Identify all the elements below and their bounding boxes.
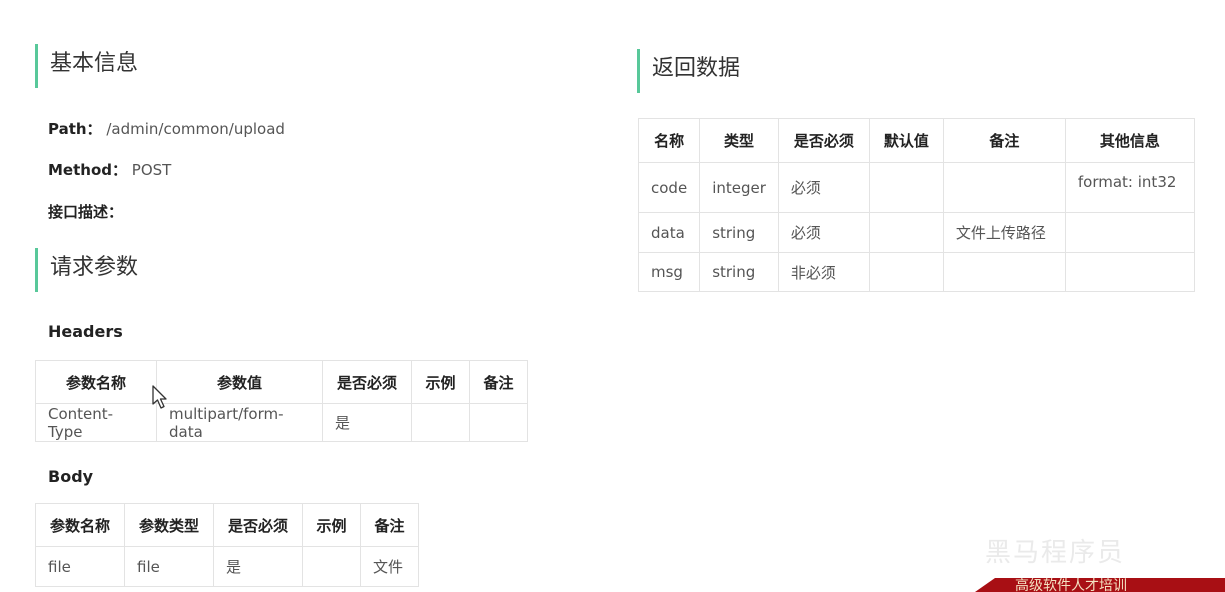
table-header-cell: 备注: [469, 360, 528, 404]
table-header-cell: 示例: [411, 360, 470, 404]
request-params-title: 请求参数: [35, 248, 138, 292]
table-cell: [302, 546, 361, 587]
table-header-cell: 参数值: [156, 360, 323, 404]
mouse-cursor-icon: [152, 385, 167, 409]
table-cell: [942, 252, 1066, 292]
table-header-cell: 是否必须: [777, 118, 870, 163]
table-cell: 是: [322, 403, 412, 442]
table-cell: 文件上传路径: [942, 212, 1066, 253]
table-cell: 非必须: [777, 252, 870, 292]
path-label: Path：: [48, 120, 102, 138]
table-cell: multipart/form-data: [156, 403, 323, 442]
table-cell: [469, 403, 528, 442]
table-row: Content-Type multipart/form-data 是: [35, 403, 528, 442]
desc-row: 接口描述：: [48, 201, 123, 222]
table-cell: [868, 252, 944, 292]
method-label: Method：: [48, 161, 127, 179]
table-cell: msg: [637, 252, 701, 292]
method-row: Method： POST: [48, 159, 171, 180]
watermark-bar-text: 高级软件人才培训: [1015, 578, 1127, 592]
basic-info-title: 基本信息: [35, 44, 138, 88]
headers-table: 参数名称 参数值 是否必须 示例 备注 Content-Type multipa…: [35, 360, 528, 442]
path-value: /admin/common/upload: [106, 120, 285, 138]
table-header-cell: 备注: [942, 118, 1066, 163]
table-cell: 是: [213, 546, 303, 587]
table-cell: Content-Type: [35, 403, 157, 442]
table-header-cell: 参数名称: [35, 360, 157, 404]
table-row: file file 是 文件: [35, 546, 419, 587]
table-header-cell: 示例: [302, 503, 361, 547]
path-row: Path： /admin/common/upload: [48, 118, 285, 139]
headers-label: Headers: [48, 322, 123, 341]
table-cell: integer: [699, 162, 779, 213]
method-value: POST: [131, 161, 172, 179]
table-cell: [868, 212, 944, 253]
table-cell: 必须: [777, 162, 870, 213]
table-header-cell: 是否必须: [213, 503, 303, 547]
table-header-cell: 参数名称: [35, 503, 125, 547]
table-header-row: 参数名称 参数类型 是否必须 示例 备注: [35, 503, 419, 547]
table-header-cell: 名称: [637, 118, 701, 163]
table-cell: [868, 162, 944, 213]
table-header-row: 参数名称 参数值 是否必须 示例 备注: [35, 360, 528, 404]
return-data-table: 名称 类型 是否必须 默认值 备注 其他信息 code integer 必须 f…: [637, 118, 1195, 292]
table-cell: data: [637, 212, 701, 253]
table-cell: [1064, 252, 1195, 292]
table-cell: [942, 162, 1066, 213]
table-cell: string: [699, 212, 779, 253]
watermark-text: 黑马程序员: [985, 538, 1126, 568]
table-header-cell: 备注: [360, 503, 419, 547]
table-header-cell: 默认值: [868, 118, 944, 163]
table-header-cell: 是否必须: [322, 360, 412, 404]
table-cell: [411, 403, 470, 442]
table-cell: 必须: [777, 212, 870, 253]
table-cell: format: int32: [1064, 162, 1195, 213]
table-row: data string 必须 文件上传路径: [637, 212, 1195, 253]
table-header-row: 名称 类型 是否必须 默认值 备注 其他信息: [637, 118, 1195, 163]
table-cell: [1064, 212, 1195, 253]
table-cell: file: [35, 546, 125, 587]
table-row: code integer 必须 format: int32: [637, 162, 1195, 213]
table-cell: string: [699, 252, 779, 292]
table-header-cell: 类型: [699, 118, 779, 163]
table-row: msg string 非必须: [637, 252, 1195, 292]
return-data-title: 返回数据: [637, 49, 740, 93]
table-cell: file: [124, 546, 214, 587]
table-cell: 文件: [360, 546, 419, 587]
body-table: 参数名称 参数类型 是否必须 示例 备注 file file 是 文件: [35, 503, 419, 587]
body-label: Body: [48, 467, 94, 486]
table-header-cell: 其他信息: [1064, 118, 1195, 163]
desc-label: 接口描述：: [48, 203, 124, 221]
table-cell: code: [637, 162, 701, 213]
table-header-cell: 参数类型: [124, 503, 214, 547]
watermark-logo: 黑马程序员 高级软件人才培训: [975, 532, 1225, 592]
